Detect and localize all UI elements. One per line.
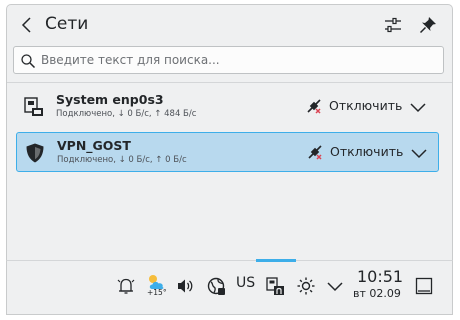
show-desktop-icon[interactable] [413, 275, 435, 297]
chevron-down-icon[interactable] [409, 143, 429, 163]
weather-temperature: +15° [147, 288, 167, 297]
configure-icon[interactable] [383, 15, 403, 35]
connection-name: System enp0s3 [56, 92, 164, 107]
connection-status: Подключено, ↓ 0 Б/с, ↑ 0 Б/с [57, 155, 187, 165]
disconnect-icon [307, 99, 321, 114]
disconnect-label: Отключить [330, 144, 404, 159]
vpn-shield-icon [26, 143, 44, 163]
clock-time[interactable]: 10:51 [357, 267, 403, 286]
page-title: Сети [45, 14, 89, 34]
divider [7, 82, 452, 83]
active-tray-indicator [256, 259, 296, 262]
chevron-down-icon[interactable] [408, 97, 428, 117]
disconnect-label: Отключить [329, 98, 403, 113]
search-icon [21, 54, 36, 69]
system-tray-panel: +15° US 10:51 вт 02.09 [6, 259, 453, 315]
popup-header: Сети [7, 5, 452, 45]
notifications-icon[interactable] [115, 275, 137, 297]
networks-tray-icon[interactable] [265, 275, 287, 297]
connection-row-vpn-gost[interactable]: VPN_GOST Подключено, ↓ 0 Б/с, ↑ 0 Б/с От… [16, 132, 439, 172]
network-globe-icon[interactable] [205, 275, 227, 297]
pin-icon[interactable] [418, 15, 438, 35]
volume-icon[interactable] [174, 275, 196, 297]
disconnect-icon [308, 145, 322, 160]
networks-popup: Сети System enp0s3 Подключено, ↓ 0 Б/с, … [6, 4, 453, 260]
brightness-icon[interactable] [295, 275, 317, 297]
wired-network-icon [24, 97, 43, 116]
search-input[interactable] [41, 50, 436, 70]
search-field[interactable] [13, 46, 444, 74]
chevron-left-icon[interactable] [17, 15, 37, 35]
clock-date[interactable]: вт 02.09 [353, 287, 401, 300]
connection-status: Подключено, ↓ 0 Б/с, ↑ 484 Б/с [56, 109, 197, 119]
chevron-down-icon[interactable] [324, 275, 346, 297]
connection-name: VPN_GOST [57, 138, 131, 153]
keyboard-layout-indicator[interactable]: US [236, 275, 255, 291]
connection-row-system-enp0s3[interactable]: System enp0s3 Подключено, ↓ 0 Б/с, ↑ 484… [16, 87, 439, 127]
